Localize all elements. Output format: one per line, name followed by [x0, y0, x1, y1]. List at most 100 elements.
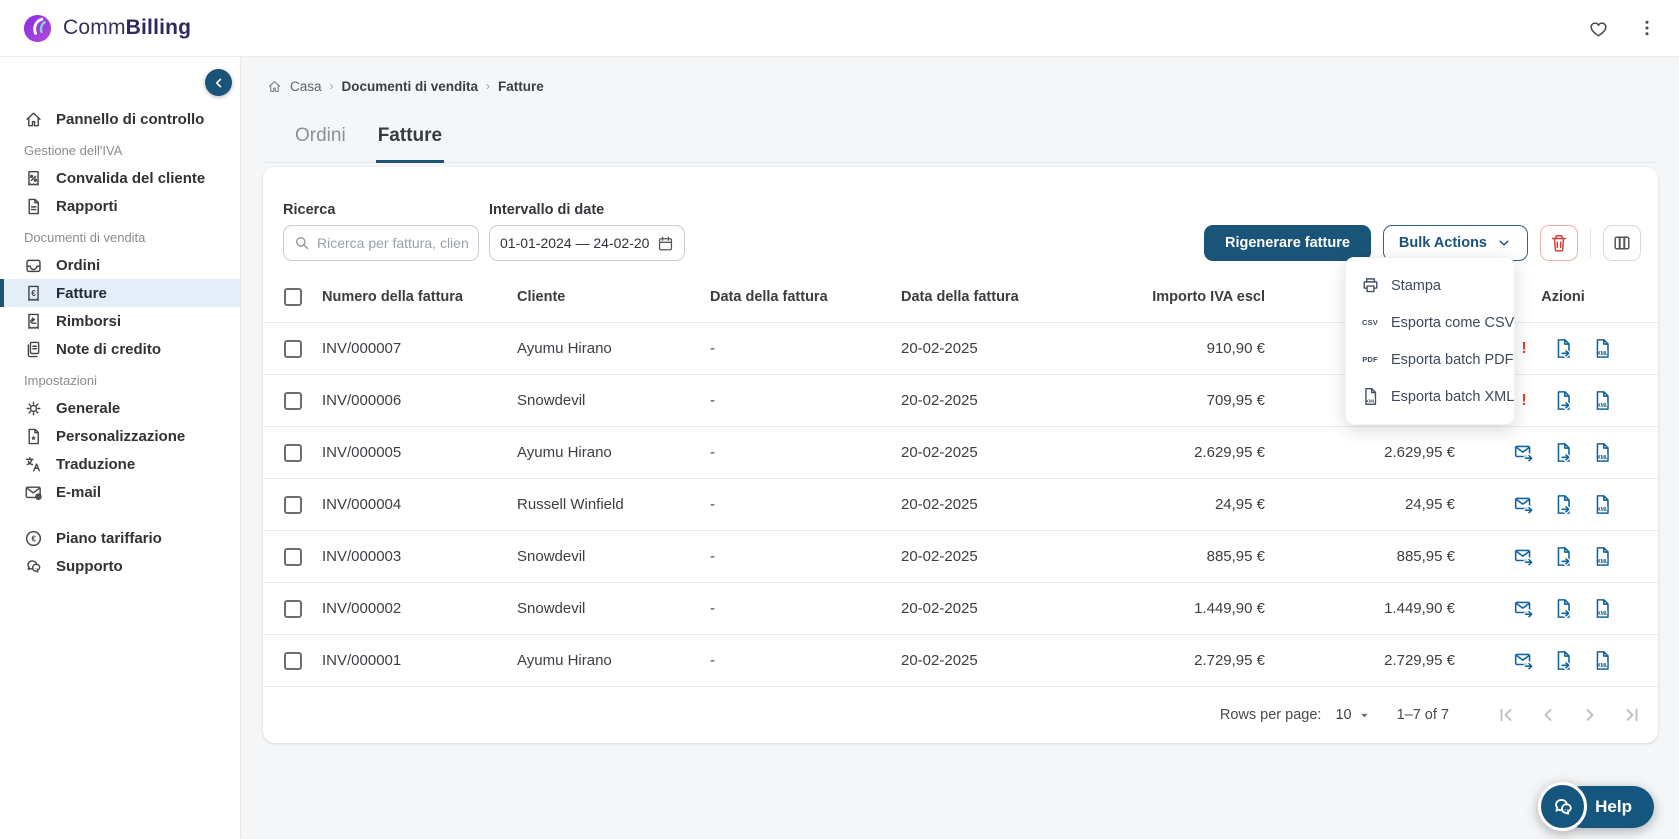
sidebar-item-translation[interactable]: Traduzione [0, 450, 240, 478]
select-all-checkbox[interactable] [284, 287, 302, 306]
cell-client: Russell Winfield [517, 496, 624, 513]
send-email-button[interactable] [1513, 494, 1535, 516]
columns-button[interactable] [1603, 225, 1641, 261]
date-range-input[interactable]: 01-01-2024 — 24-02-2025 [489, 225, 685, 261]
menu-item-print[interactable]: Stampa [1346, 267, 1514, 304]
brand-text: CommBilling [63, 16, 192, 39]
menu-item-export-xml[interactable]: Esporta batch XML [1346, 378, 1514, 415]
export-xml-button[interactable] [1591, 390, 1613, 412]
sidebar-item-label: E-mail [56, 483, 102, 501]
sidebar-item-pricing-plan[interactable]: Piano tariffario [0, 524, 240, 552]
next-page-button[interactable] [1578, 703, 1602, 727]
breadcrumb-item-home[interactable]: Casa [290, 79, 322, 94]
export-xml-button[interactable] [1591, 598, 1613, 620]
col-header-actions: Azioni [1541, 288, 1585, 305]
export-xml-button[interactable] [1591, 442, 1613, 464]
receipt-return-icon [24, 312, 43, 331]
delete-button[interactable] [1540, 225, 1578, 261]
export-xml-button[interactable] [1591, 546, 1613, 568]
send-email-button[interactable] [1513, 598, 1535, 620]
export-pdf-button[interactable] [1552, 338, 1574, 360]
regenerate-invoices-button[interactable]: Rigenerare fatture [1204, 225, 1371, 261]
row-checkbox[interactable] [284, 651, 302, 670]
cell-date-a: - [710, 600, 715, 617]
next-page-icon [1580, 705, 1600, 725]
sidebar-item-label: Note di credito [56, 340, 162, 358]
overflow-menu-button[interactable] [1635, 16, 1659, 40]
export-pdf-button[interactable] [1552, 650, 1574, 672]
last-page-button[interactable] [1620, 703, 1644, 727]
export-pdf-button[interactable] [1552, 598, 1574, 620]
cell-date-b: 20-02-2025 [901, 652, 978, 669]
row-checkbox[interactable] [284, 443, 302, 462]
file-export-icon [1553, 650, 1574, 671]
breadcrumb-item-sales-docs[interactable]: Documenti di vendita [342, 79, 479, 94]
table-toolbar: Rigenerare fatture Bulk Actions [1204, 225, 1641, 261]
trash-icon [1549, 233, 1569, 253]
xml-file-icon [1592, 650, 1613, 671]
tab-orders[interactable]: Ordini [293, 125, 348, 163]
breadcrumb-separator: › [486, 79, 491, 93]
sidebar-item-general[interactable]: Generale [0, 394, 240, 422]
rows-per-page-select[interactable]: 10 [1335, 707, 1369, 723]
sidebar-item-customer-validation[interactable]: Convalida del cliente [0, 164, 240, 192]
sidebar: Pannello di controllo Gestione dell'IVA … [0, 57, 241, 839]
xml-file-icon [1592, 494, 1613, 515]
sidebar-item-label: Fatture [56, 284, 107, 302]
sidebar-item-label: Personalizzazione [56, 427, 186, 445]
bulk-actions-button[interactable]: Bulk Actions [1382, 225, 1528, 261]
sidebar-item-reports[interactable]: Rapporti [0, 192, 240, 220]
menu-item-export-pdf[interactable]: PDF Esporta batch PDF [1346, 341, 1514, 378]
breadcrumb-home-icon[interactable] [267, 79, 282, 94]
cell-date-a: - [710, 548, 715, 565]
export-pdf-button[interactable] [1552, 494, 1574, 516]
first-page-button[interactable] [1494, 703, 1518, 727]
previous-page-button[interactable] [1536, 703, 1560, 727]
mail-send-icon [1514, 442, 1535, 463]
xml-file-icon [1592, 390, 1613, 411]
sidebar-collapse-button[interactable] [205, 69, 232, 96]
send-email-error-button[interactable]: ! [1513, 338, 1535, 360]
date-range-field: Intervallo di date 01-01-2024 — 24-02-20… [489, 202, 685, 261]
table-row: INV/000003 Snowdevil - 20-02-2025 885,95… [263, 531, 1658, 583]
sidebar-item-customization[interactable]: Personalizzazione [0, 422, 240, 450]
sidebar-item-invoices[interactable]: Fatture [0, 279, 240, 307]
export-xml-button[interactable] [1591, 338, 1613, 360]
row-checkbox[interactable] [284, 495, 302, 514]
send-email-error-button[interactable]: ! [1513, 390, 1535, 412]
search-input[interactable] [283, 225, 479, 261]
topbar: CommBilling [0, 0, 1679, 57]
export-pdf-button[interactable] [1552, 442, 1574, 464]
sidebar-item-support[interactable]: Supporto [0, 552, 240, 580]
sidebar-item-email[interactable]: E-mail [0, 478, 240, 506]
send-email-button[interactable] [1513, 546, 1535, 568]
send-email-button[interactable] [1513, 650, 1535, 672]
breadcrumb-separator: › [329, 79, 334, 93]
table-row: INV/000004 Russell Winfield - 20-02-2025… [263, 479, 1658, 531]
sidebar-item-label: Pannello di controllo [56, 110, 205, 128]
sidebar-item-credit-notes[interactable]: Note di credito [0, 335, 240, 363]
send-email-button[interactable] [1513, 442, 1535, 464]
sidebar-item-refunds[interactable]: Rimborsi [0, 307, 240, 335]
export-xml-button[interactable] [1591, 650, 1613, 672]
sidebar-item-orders[interactable]: Ordini [0, 251, 240, 279]
tab-invoices[interactable]: Fatture [375, 125, 445, 163]
cell-invoice: INV/000004 [322, 496, 402, 513]
row-checkbox[interactable] [284, 339, 302, 358]
row-checkbox[interactable] [284, 599, 302, 618]
row-checkbox[interactable] [284, 547, 302, 566]
cell-amount-excl: 2.629,95 € [1194, 444, 1265, 461]
cell-date-a: - [710, 340, 715, 357]
favorites-button[interactable] [1586, 16, 1611, 41]
export-pdf-button[interactable] [1552, 390, 1574, 412]
export-pdf-button[interactable] [1552, 546, 1574, 568]
cell-date-b: 20-02-2025 [901, 600, 978, 617]
export-xml-button[interactable] [1591, 494, 1613, 516]
search-text-input[interactable] [317, 235, 468, 251]
menu-item-export-csv[interactable]: CSV Esporta come CSV [1346, 304, 1514, 341]
sidebar-item-dashboard[interactable]: Pannello di controllo [0, 105, 240, 133]
cell-date-a: - [710, 652, 715, 669]
mail-send-icon [1514, 598, 1535, 619]
help-button[interactable]: Help [1538, 782, 1654, 831]
row-checkbox[interactable] [284, 391, 302, 410]
